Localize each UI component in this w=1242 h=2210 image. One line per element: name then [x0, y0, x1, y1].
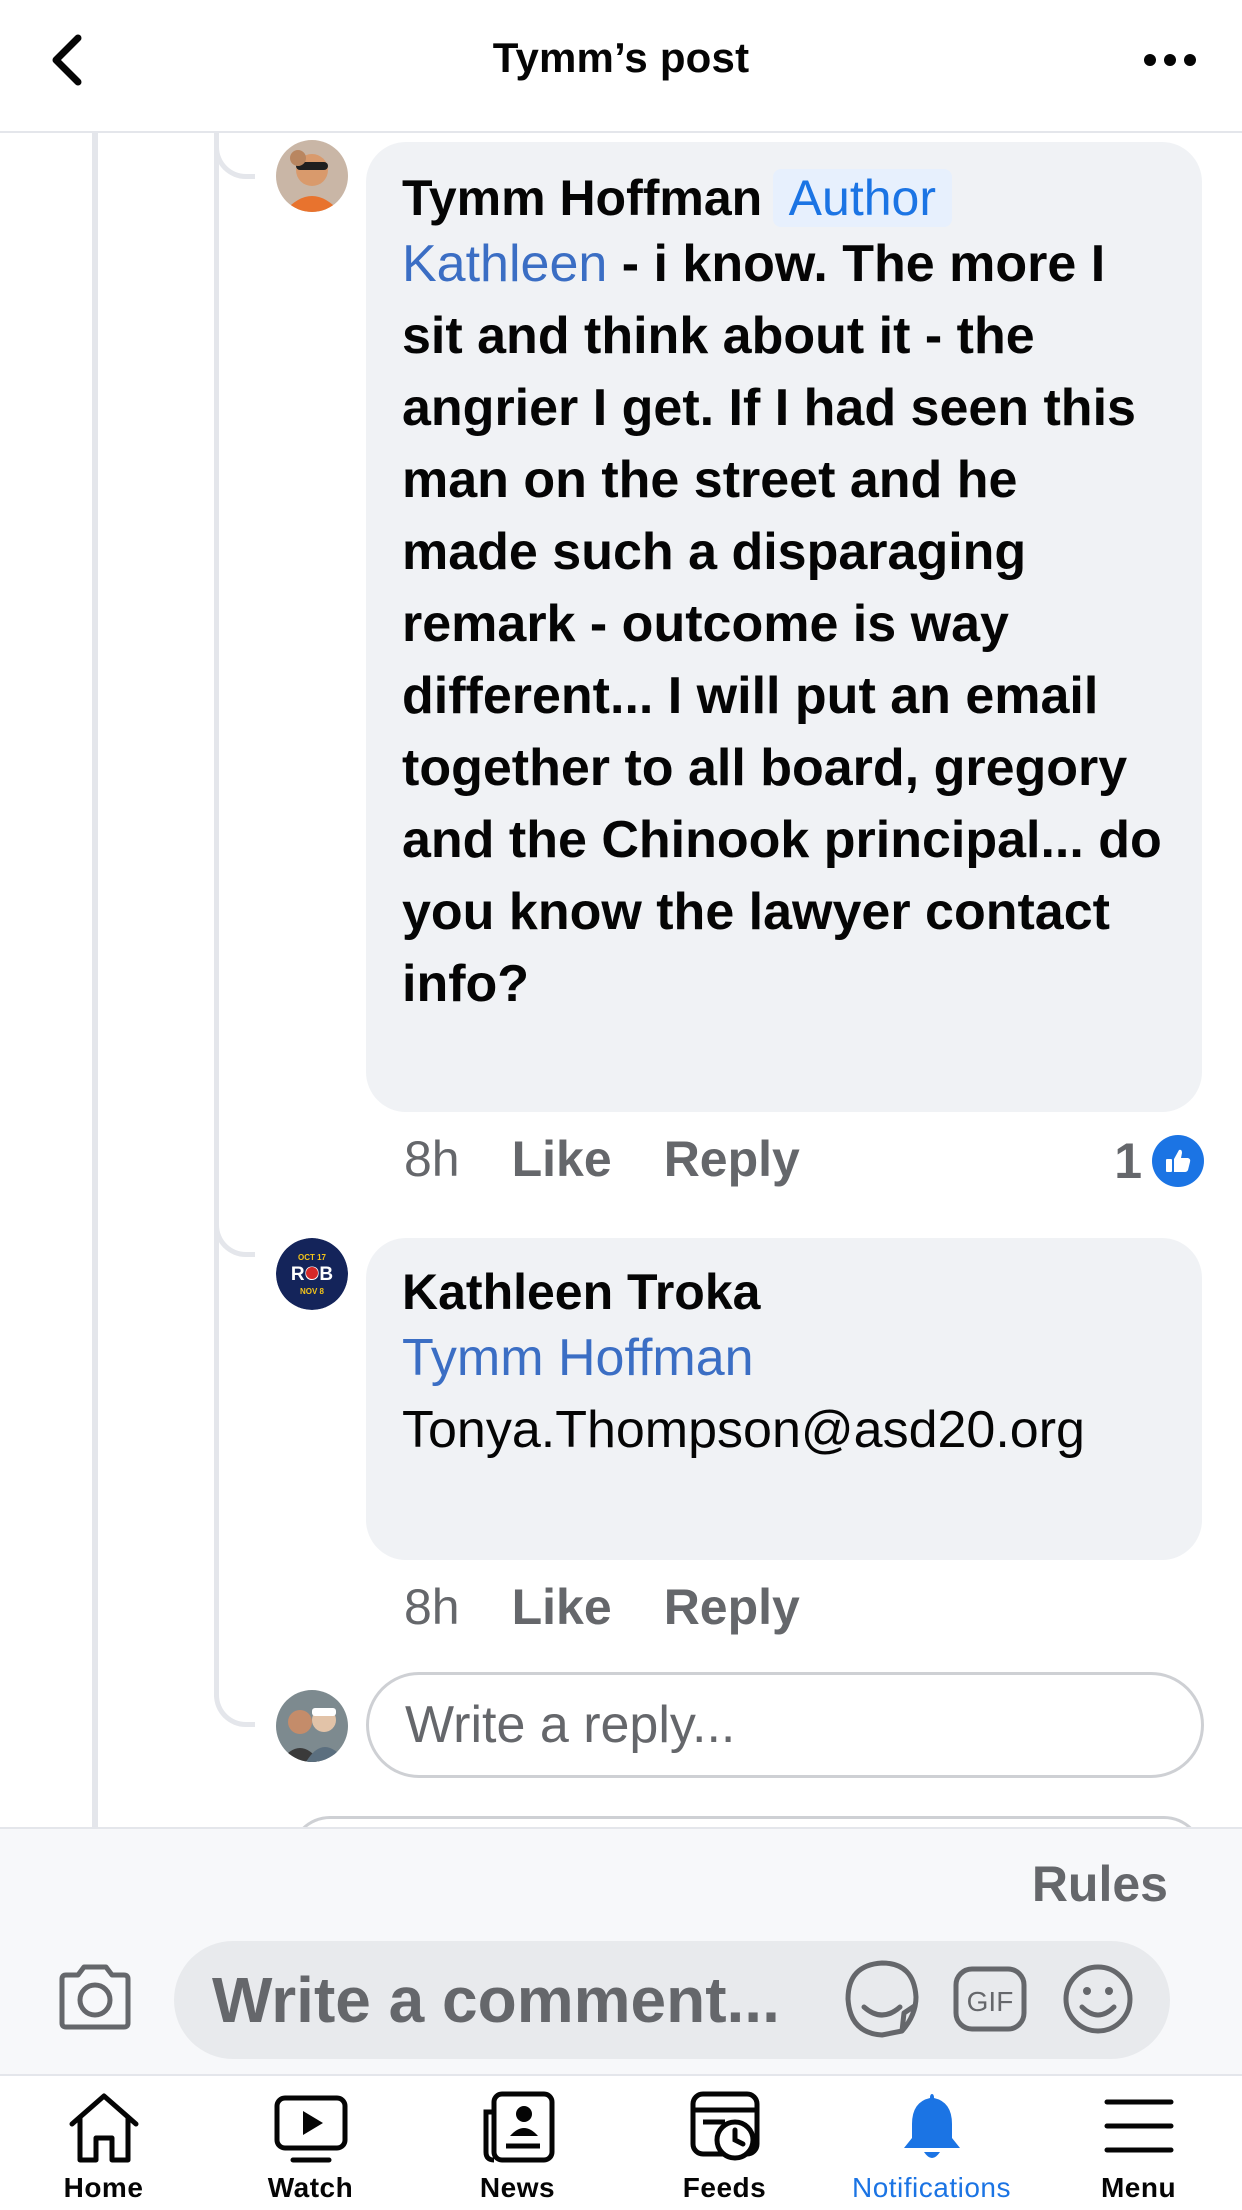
- tab-label: Notifications: [851, 2172, 1011, 2203]
- comment-actions: 8h Like Reply: [404, 1130, 800, 1188]
- thumbs-up-icon: [1152, 1135, 1204, 1187]
- rules-link[interactable]: Rules: [1032, 1855, 1168, 1913]
- reply-button[interactable]: Reply: [664, 1130, 800, 1188]
- avatar[interactable]: OCT 17 ROB NOV 8: [276, 1238, 348, 1310]
- like-button[interactable]: Like: [512, 1578, 612, 1636]
- mention-link[interactable]: Tymm Hoffman: [402, 1322, 1166, 1394]
- comment-text: Kathleen - i know. The more I sit and th…: [402, 228, 1166, 1020]
- tab-watch[interactable]: Watch: [207, 2076, 414, 2210]
- comment-body[interactable]: Tonya.Thompson@asd20.org: [402, 1394, 1166, 1466]
- feeds-icon: [690, 2091, 759, 2161]
- bell-icon: [903, 2094, 960, 2158]
- home-icon: [69, 2093, 138, 2163]
- avatar[interactable]: [276, 140, 348, 212]
- page-title: Tymm’s post: [492, 34, 750, 81]
- tab-label: Feeds: [682, 2172, 767, 2203]
- comment-bubble[interactable]: Kathleen Troka Tymm Hoffman Tonya.Thomps…: [366, 1238, 1202, 1560]
- menu-icon: [1104, 2099, 1173, 2153]
- news-icon: [483, 2091, 554, 2163]
- tab-label: Home: [63, 2172, 144, 2203]
- top-bar: Tymm’s post: [0, 0, 1242, 133]
- more-horizontal-icon: [1144, 54, 1196, 66]
- commenter-name[interactable]: Tymm Hoffman: [402, 170, 762, 226]
- avatar-date-top: OCT 17: [298, 1253, 327, 1262]
- gif-icon[interactable]: GIF: [950, 1957, 1030, 2041]
- mention-link[interactable]: Kathleen: [402, 235, 607, 293]
- reaction-summary[interactable]: 1: [1114, 1132, 1204, 1190]
- like-button[interactable]: Like: [512, 1130, 612, 1188]
- gif-label: GIF: [967, 1986, 1014, 2017]
- tab-label: Watch: [267, 2172, 354, 2203]
- watch-icon: [274, 2095, 347, 2163]
- thread-line: [92, 132, 98, 1827]
- tab-home[interactable]: Home: [0, 2076, 207, 2210]
- reply-input[interactable]: Write a reply...: [366, 1672, 1204, 1778]
- tab-label: Menu: [1100, 2172, 1177, 2203]
- commenter-name[interactable]: Kathleen Troka: [402, 1262, 1166, 1322]
- tab-news[interactable]: News: [414, 2076, 621, 2210]
- camera-icon[interactable]: [56, 1961, 134, 2033]
- more-options-button[interactable]: [1140, 42, 1200, 78]
- author-badge: Author: [772, 169, 952, 227]
- reaction-count: 1: [1114, 1133, 1142, 1189]
- reply-button[interactable]: Reply: [664, 1578, 800, 1636]
- tab-label: News: [479, 2172, 556, 2203]
- avatar-date-bottom: NOV 8: [300, 1287, 325, 1296]
- comment-body: - i know. The more I sit and think about…: [402, 235, 1162, 1013]
- comment-timestamp: 8h: [404, 1131, 460, 1187]
- thread-line: [214, 132, 219, 1697]
- sticker-icon[interactable]: [842, 1957, 922, 2041]
- emoji-icon[interactable]: [1058, 1957, 1138, 2041]
- comment-composer: Rules Write a comment... GIF: [0, 1827, 1242, 2076]
- current-user-avatar: [276, 1690, 348, 1762]
- tab-menu[interactable]: Menu: [1035, 2076, 1242, 2210]
- comment-bubble[interactable]: Tymm Hoffman Author Kathleen - i know. T…: [366, 142, 1202, 1112]
- thread-connector: [214, 1212, 255, 1257]
- bottom-tab-bar: Home Watch News Feeds Notifications Menu: [0, 2074, 1242, 2210]
- thread-connector: [214, 1682, 255, 1727]
- thread-connector: [214, 132, 255, 179]
- tab-notifications[interactable]: Notifications: [828, 2076, 1035, 2210]
- comment-timestamp: 8h: [404, 1579, 460, 1635]
- comment-placeholder: Write a comment...: [212, 1964, 780, 2036]
- tab-feeds[interactable]: Feeds: [621, 2076, 828, 2210]
- comment-actions: 8h Like Reply: [404, 1578, 800, 1636]
